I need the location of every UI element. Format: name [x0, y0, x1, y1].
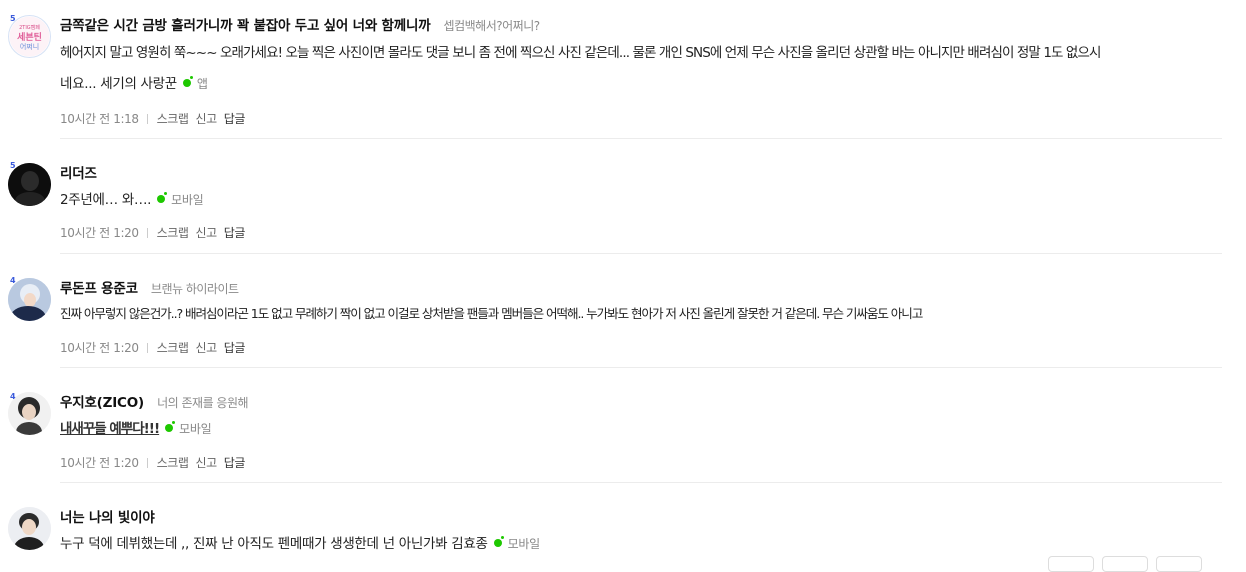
- nickname-note: 셉컴백해서?어쩌니?: [443, 19, 541, 33]
- nickname-note: 너의 존재를 응원해: [157, 396, 249, 410]
- comment-text: 헤어지지 말고 영원히 쭉~~~ 오래가세요! 오늘 찍은 사진이면 몰라도 댓…: [60, 38, 1230, 99]
- nickname-note: 브랜뉴 하이라이트: [150, 282, 239, 296]
- device-label: 모바일: [507, 537, 541, 551]
- nickname[interactable]: 루돈프 용준코: [60, 281, 138, 297]
- divider-bar: [146, 114, 148, 124]
- online-dot-icon: [493, 536, 504, 547]
- comment-text-line: 헤어지지 말고 영원히 쭉~~~ 오래가세요! 오늘 찍은 사진이면 몰라도 댓…: [60, 45, 1101, 61]
- reply-button[interactable]: 답글: [224, 226, 246, 240]
- comment-meta: 10시간 전 1:20 스크랩 신고 답글: [60, 454, 245, 471]
- report-button[interactable]: 신고: [196, 456, 218, 470]
- timestamp: 10시간 전 1:18: [60, 112, 139, 126]
- timestamp: 10시간 전 1:20: [60, 456, 139, 470]
- level-badge: 4: [10, 392, 16, 401]
- comment-meta: 10시간 전 1:20 스크랩 신고 답글: [60, 224, 245, 241]
- sort-button[interactable]: [1048, 556, 1094, 572]
- divider-bar: [146, 343, 148, 353]
- avatar-text-top: 2TIG캠페: [19, 24, 40, 31]
- timestamp: 10시간 전 1:20: [60, 341, 139, 355]
- comment-header: 너는 나의 빛이야: [60, 506, 155, 526]
- online-dot-icon: [182, 76, 193, 87]
- avatar-text-mid: 세븐틴: [17, 31, 42, 43]
- nickname[interactable]: 리더즈: [60, 166, 97, 182]
- report-button[interactable]: 신고: [196, 341, 218, 355]
- report-button[interactable]: 신고: [196, 112, 218, 126]
- comment-divider: [60, 367, 1222, 368]
- nickname[interactable]: 우지호(ZICO): [60, 395, 144, 411]
- comment-text: 누구 덕에 데뷔했는데 ,, 진짜 난 아직도 펜메때가 생생한데 넌 아닌가봐…: [60, 529, 1230, 559]
- scrap-button[interactable]: 스크랩: [157, 341, 189, 355]
- level-badge: 5: [10, 14, 16, 23]
- device-label: 앱: [196, 77, 208, 91]
- comment-header: 우지호(ZICO) 너의 존재를 응원해: [60, 391, 249, 411]
- comment-text-line: 2주년에… 와….: [60, 192, 152, 208]
- comment-text-line: 네요... 세기의 사랑꾼: [60, 76, 177, 92]
- nickname[interactable]: 너는 나의 빛이야: [60, 510, 155, 526]
- sort-button[interactable]: [1102, 556, 1148, 572]
- comment-text: 2주년에… 와…. 모바일: [60, 185, 1230, 215]
- comment-header: 리더즈: [60, 162, 97, 182]
- comment-header: 루돈프 용준코 브랜뉴 하이라이트: [60, 277, 239, 297]
- divider-bar: [146, 228, 148, 238]
- device-label: 모바일: [171, 193, 204, 207]
- comment-text-line: 진짜 아무렇지 않은건가..? 배려심이라곤 1도 없고 무례하기 짝이 없고 …: [60, 306, 923, 321]
- avatar-text-bot: 어쩌니: [20, 42, 39, 51]
- divider-bar: [146, 458, 148, 468]
- scrap-button[interactable]: 스크랩: [157, 112, 189, 126]
- comment-text: 내새꾸들 예뿌다!!! 모바일: [60, 414, 1230, 444]
- reply-button[interactable]: 답글: [224, 112, 246, 126]
- level-badge: 5: [10, 161, 16, 170]
- comment-divider: [60, 253, 1222, 254]
- scrap-button[interactable]: 스크랩: [157, 456, 189, 470]
- reply-button[interactable]: 답글: [224, 456, 246, 470]
- reply-button[interactable]: 답글: [224, 341, 246, 355]
- comment-header: 금쪽같은 시간 금방 흘러가니까 꽉 붙잡아 두고 싶어 너와 함께니까 셉컴백…: [60, 14, 540, 34]
- nickname[interactable]: 금쪽같은 시간 금방 흘러가니까 꽉 붙잡아 두고 싶어 너와 함께니까: [60, 18, 431, 34]
- device-label: 모바일: [179, 422, 212, 436]
- comment-meta: 10시간 전 1:20 스크랩 신고 답글: [60, 339, 245, 356]
- comment-text-line: 누구 덕에 데뷔했는데 ,, 진짜 난 아직도 펜메때가 생생한데 넌 아닌가봐…: [60, 536, 488, 552]
- report-button[interactable]: 신고: [196, 226, 218, 240]
- comment-meta: 10시간 전 1:18 스크랩 신고 답글: [60, 110, 245, 127]
- online-dot-icon: [165, 421, 176, 432]
- avatar[interactable]: [8, 507, 51, 550]
- scrap-button[interactable]: 스크랩: [157, 226, 189, 240]
- comment-text: 진짜 아무렇지 않은건가..? 배려심이라곤 1도 없고 무례하기 짝이 없고 …: [60, 299, 1230, 329]
- sort-button[interactable]: [1156, 556, 1202, 572]
- timestamp: 10시간 전 1:20: [60, 226, 139, 240]
- comment-text-line: 내새꾸들 예뿌다!!!: [60, 421, 160, 437]
- comment-divider: [60, 482, 1222, 483]
- online-dot-icon: [157, 192, 168, 203]
- comment-divider: [60, 138, 1222, 139]
- level-badge: 4: [10, 276, 16, 285]
